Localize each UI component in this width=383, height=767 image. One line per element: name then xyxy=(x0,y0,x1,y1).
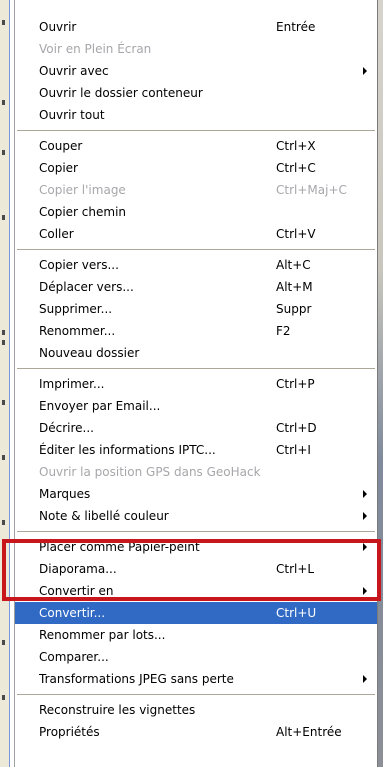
menu-item-label: Décrire... xyxy=(39,421,94,435)
menu-item-copier[interactable]: Copier Ctrl+C xyxy=(15,157,377,179)
menu-item-label: Ouvrir avec xyxy=(39,64,109,78)
menu-item-proprietes[interactable]: Propriétés Alt+Entrée xyxy=(15,721,377,743)
menu-item-label: Copier l'image xyxy=(39,183,126,197)
menu-item-shortcut: Ctrl+U xyxy=(276,606,317,620)
menu-item-convertir-en[interactable]: Convertir en xyxy=(15,580,377,602)
menu-item-placer-comme-papier-peint[interactable]: Placer comme Papier-peint xyxy=(15,536,377,558)
menu-item-shortcut: Alt+M xyxy=(276,280,313,294)
background-window-edge xyxy=(0,0,14,767)
menu-item-label: Nouveau dossier xyxy=(39,346,140,360)
menu-item-couper[interactable]: Couper Ctrl+X xyxy=(15,135,377,157)
menu-item-copier-l-image: Copier l'image Ctrl+Maj+C xyxy=(15,179,377,201)
menu-item-copier-vers[interactable]: Copier vers... Alt+C xyxy=(15,254,377,276)
menu-item-renommer-par-lots[interactable]: Renommer par lots... xyxy=(15,624,377,646)
menu-item-label: Ouvrir tout xyxy=(39,108,105,122)
menu-item-shortcut: Ctrl+X xyxy=(276,139,316,153)
menu-item-label: Propriétés xyxy=(39,725,100,739)
menu-item-label: Transformations JPEG sans perte xyxy=(39,672,234,686)
menu-item-shortcut: Ctrl+D xyxy=(276,421,317,435)
menu-item-label: Envoyer par Email... xyxy=(39,399,161,413)
menu-item-label: Éditer les informations IPTC... xyxy=(39,443,216,457)
submenu-arrow-icon xyxy=(363,490,367,498)
menu-item-voir-en-plein-ecran: Voir en Plein Écran xyxy=(15,38,377,60)
menu-separator xyxy=(15,364,377,373)
menu-item-label: Imprimer... xyxy=(39,377,105,391)
menu-item-ouvrir-le-dossier-conteneur[interactable]: Ouvrir le dossier conteneur xyxy=(15,82,377,104)
menu-item-label: Diaporama... xyxy=(39,562,117,576)
menu-separator xyxy=(15,690,377,699)
menu-separator xyxy=(15,245,377,254)
menu-item-ouvrir-tout[interactable]: Ouvrir tout xyxy=(15,104,377,126)
menu-item-label: Copier chemin xyxy=(39,205,127,219)
menu-item-imprimer[interactable]: Imprimer... Ctrl+P xyxy=(15,373,377,395)
menu-item-renommer[interactable]: Renommer... F2 xyxy=(15,320,377,342)
menu-item-shortcut: Ctrl+Maj+C xyxy=(276,183,347,197)
menu-item-decrire[interactable]: Décrire... Ctrl+D xyxy=(15,417,377,439)
menu-item-label: Ouvrir xyxy=(39,20,77,34)
menu-item-label: Couper xyxy=(39,139,83,153)
menu-item-marques[interactable]: Marques xyxy=(15,483,377,505)
submenu-arrow-icon xyxy=(363,675,367,683)
menu-item-editer-les-informations-iptc[interactable]: Éditer les informations IPTC... Ctrl+I xyxy=(15,439,377,461)
menu-item-transformations-jpeg-sans-perte[interactable]: Transformations JPEG sans perte xyxy=(15,668,377,690)
menu-item-shortcut: Ctrl+L xyxy=(276,562,315,576)
menu-item-shortcut: Suppr xyxy=(276,302,312,316)
menu-item-coller[interactable]: Coller Ctrl+V xyxy=(15,223,377,245)
menu-item-label: Reconstruire les vignettes xyxy=(39,703,196,717)
menu-item-shortcut: Alt+Entrée xyxy=(276,725,342,739)
menu-item-nouveau-dossier[interactable]: Nouveau dossier xyxy=(15,342,377,364)
menu-item-deplacer-vers[interactable]: Déplacer vers... Alt+M xyxy=(15,276,377,298)
menu-item-label: Copier vers... xyxy=(39,258,119,272)
menu-item-shortcut: Ctrl+V xyxy=(276,227,316,241)
menu-item-envoyer-par-email[interactable]: Envoyer par Email... xyxy=(15,395,377,417)
menu-item-label: Coller xyxy=(39,227,74,241)
menu-item-shortcut: Entrée xyxy=(276,20,316,34)
menu-item-label: Déplacer vers... xyxy=(39,280,134,294)
menu-item-label: Marques xyxy=(39,487,91,501)
menu-top-padding xyxy=(15,0,377,16)
menu-item-shortcut: Ctrl+I xyxy=(276,443,311,457)
menu-item-copier-chemin[interactable]: Copier chemin xyxy=(15,201,377,223)
context-menu: Ouvrir Entrée Voir en Plein Écran Ouvrir av… xyxy=(14,0,378,767)
menu-item-convertir[interactable]: Convertir... Ctrl+U xyxy=(15,602,377,624)
menu-item-note-libelle-couleur[interactable]: Note & libellé couleur xyxy=(15,505,377,527)
menu-item-shortcut: F2 xyxy=(276,324,291,338)
menu-item-label: Renommer... xyxy=(39,324,116,338)
submenu-arrow-icon xyxy=(363,543,367,551)
menu-item-label: Comparer... xyxy=(39,650,109,664)
menu-item-label: Ouvrir le dossier conteneur xyxy=(39,86,203,100)
menu-item-shortcut: Alt+C xyxy=(276,258,311,272)
submenu-arrow-icon xyxy=(363,67,367,75)
submenu-arrow-icon xyxy=(363,512,367,520)
menu-item-shortcut: Ctrl+P xyxy=(276,377,315,391)
menu-item-ouvrir[interactable]: Ouvrir Entrée xyxy=(15,16,377,38)
menu-item-ouvrir-la-position-gps-dans-geohack: Ouvrir la position GPS dans GeoHack xyxy=(15,461,377,483)
menu-item-ouvrir-avec[interactable]: Ouvrir avec xyxy=(15,60,377,82)
menu-item-label: Placer comme Papier-peint xyxy=(39,540,200,554)
menu-item-label: Ouvrir la position GPS dans GeoHack xyxy=(39,465,261,479)
menu-item-supprimer[interactable]: Supprimer... Suppr xyxy=(15,298,377,320)
menu-item-label: Convertir en xyxy=(39,584,114,598)
menu-separator xyxy=(15,527,377,536)
submenu-arrow-icon xyxy=(363,587,367,595)
menu-item-label: Supprimer... xyxy=(39,302,113,316)
menu-item-label: Renommer par lots... xyxy=(39,628,166,642)
menu-item-label: Voir en Plein Écran xyxy=(39,42,152,56)
menu-item-label: Copier xyxy=(39,161,78,175)
menu-item-diaporama[interactable]: Diaporama... Ctrl+L xyxy=(15,558,377,580)
menu-item-label: Convertir... xyxy=(39,606,106,620)
menu-item-shortcut: Ctrl+C xyxy=(276,161,316,175)
menu-item-reconstruire-les-vignettes[interactable]: Reconstruire les vignettes xyxy=(15,699,377,721)
menu-separator xyxy=(15,126,377,135)
menu-item-label: Note & libellé couleur xyxy=(39,509,169,523)
menu-item-comparer[interactable]: Comparer... xyxy=(15,646,377,668)
background-window-right-edge xyxy=(378,0,383,767)
